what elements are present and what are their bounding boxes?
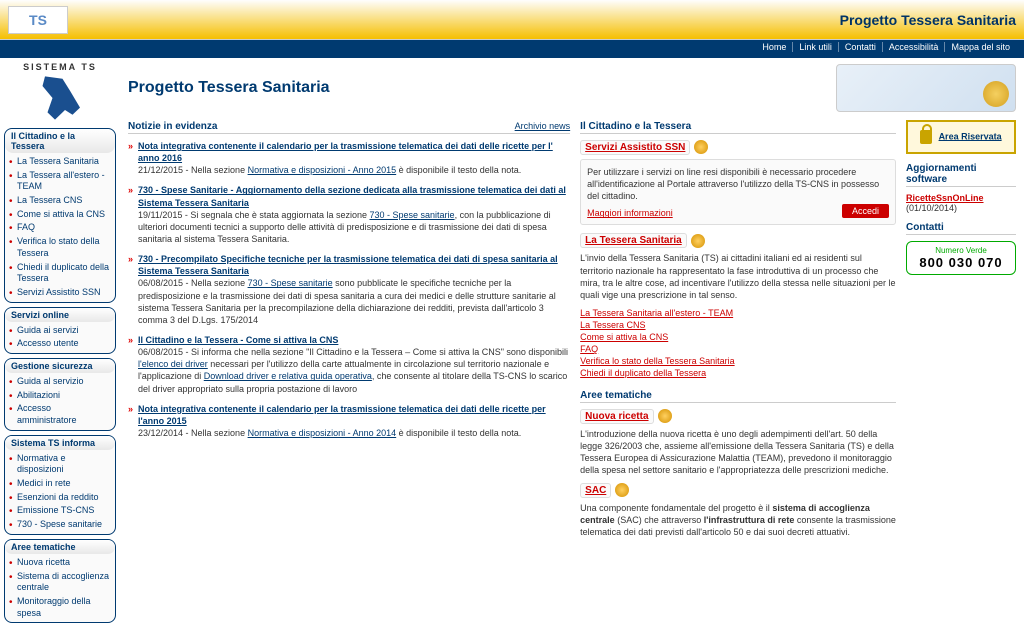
news-section-title: Notizie in evidenza Archivio news	[128, 120, 570, 134]
sidebar-section-title: Aree tematiche	[5, 540, 115, 554]
lock-icon	[920, 130, 932, 144]
sidebar-item[interactable]: Monitoraggio della spesa	[9, 595, 111, 620]
sidebar-item[interactable]: Normativa e disposizioni	[9, 452, 111, 477]
news-title-link[interactable]: Il Cittadino e la Tessera - Come si atti…	[138, 335, 338, 345]
tessera-sanitaria-link[interactable]: La Tessera Sanitaria	[580, 233, 687, 248]
sw-update-link[interactable]: RicetteSsnOnLine	[906, 193, 1016, 203]
badge-icon	[691, 234, 705, 248]
citizen-section-title: Il Cittadino e la Tessera	[580, 120, 896, 134]
area-riservata-button[interactable]: Area Riservata	[906, 120, 1016, 154]
tess-link[interactable]: FAQ	[580, 344, 598, 354]
nav-item[interactable]: Accessibilità	[882, 42, 945, 52]
nav-item[interactable]: Contatti	[838, 42, 882, 52]
sidebar-item[interactable]: 730 - Spese sanitarie	[9, 518, 111, 532]
nuova-ricetta-link[interactable]: Nuova ricetta	[580, 409, 653, 424]
tessera-card-image	[836, 64, 1016, 112]
tess-link[interactable]: La Tessera Sanitaria all'estero - TEAM	[580, 308, 733, 318]
tess-link[interactable]: Verifica lo stato della Tessera Sanitari…	[580, 356, 734, 366]
sidebar-item[interactable]: Accesso utente	[9, 337, 111, 351]
badge-icon	[615, 483, 629, 497]
srv-assistito-link[interactable]: Servizi Assistito SSN	[580, 140, 690, 155]
sidebar-item[interactable]: Esenzioni da reddito	[9, 491, 111, 505]
news-title-link[interactable]: Nota integrativa contenente il calendari…	[138, 404, 546, 426]
sw-updates-title: Aggiornamenti software	[906, 162, 1016, 187]
sidebar-section-title: Sistema TS informa	[5, 436, 115, 450]
sidebar-item[interactable]: Chiedi il duplicato della Tessera	[9, 261, 111, 286]
nav-item[interactable]: Mappa del sito	[944, 42, 1016, 52]
italy-map-icon	[35, 74, 85, 122]
nav-item[interactable]: Home	[756, 42, 792, 52]
sidebar-item[interactable]: Medici in rete	[9, 477, 111, 491]
sidebar-item[interactable]: Emissione TS-CNS	[9, 504, 111, 518]
nav-item[interactable]: Link utili	[792, 42, 838, 52]
sidebar-item[interactable]: Nuova ricetta	[9, 556, 111, 570]
sidebar-item[interactable]: Guida ai servizi	[9, 324, 111, 338]
sac-link[interactable]: SAC	[580, 483, 611, 498]
tess-link[interactable]: Come si attiva la CNS	[580, 332, 668, 342]
numero-verde-box: Numero Verde 800 030 070	[906, 241, 1016, 275]
contacts-title: Contatti	[906, 221, 1016, 235]
sidebar-item[interactable]: Accesso amministratore	[9, 402, 111, 427]
sidebar-item[interactable]: La Tessera CNS	[9, 194, 111, 208]
badge-icon	[658, 409, 672, 423]
sidebar-item[interactable]: Abilitazioni	[9, 389, 111, 403]
news-title-link[interactable]: Nota integrativa contenente il calendari…	[138, 141, 553, 163]
accedi-button[interactable]: Accedi	[842, 204, 889, 218]
aree-section-title: Aree tematiche	[580, 389, 896, 403]
badge-icon	[694, 140, 708, 154]
sidebar-section-title: Servizi online	[5, 308, 115, 322]
tess-link[interactable]: Chiedi il duplicato della Tessera	[580, 368, 706, 378]
tess-link[interactable]: La Tessera CNS	[580, 320, 645, 330]
sistema-ts-logo: SISTEMA TS	[4, 62, 116, 122]
sidebar-item[interactable]: Servizi Assistito SSN	[9, 286, 111, 300]
news-title-link[interactable]: 730 - Spese Sanitarie - Aggiornamento de…	[138, 185, 566, 207]
top-nav: HomeLink utiliContattiAccessibilitàMappa…	[0, 40, 1024, 58]
sidebar-item[interactable]: Sistema di accoglienza centrale	[9, 570, 111, 595]
sidebar-item[interactable]: Come si attiva la CNS	[9, 208, 111, 222]
project-title: Progetto Tessera Sanitaria	[840, 12, 1016, 28]
sidebar-item[interactable]: FAQ	[9, 221, 111, 235]
sidebar-item[interactable]: La Tessera Sanitaria	[9, 155, 111, 169]
sidebar-item[interactable]: La Tessera all'estero - TEAM	[9, 169, 111, 194]
page-title: Progetto Tessera Sanitaria	[128, 79, 330, 97]
sidebar-item[interactable]: Verifica lo stato della Tessera	[9, 235, 111, 260]
sidebar-section-title: Gestione sicurezza	[5, 359, 115, 373]
news-archive-link[interactable]: Archivio news	[515, 121, 571, 131]
sidebar-item[interactable]: Guida al servizio	[9, 375, 111, 389]
sidebar-section-title: Il Cittadino e la Tessera	[5, 129, 115, 153]
news-title-link[interactable]: 730 - Precompilato Specifiche tecniche p…	[138, 254, 558, 276]
ts-logo: TS	[8, 6, 68, 34]
